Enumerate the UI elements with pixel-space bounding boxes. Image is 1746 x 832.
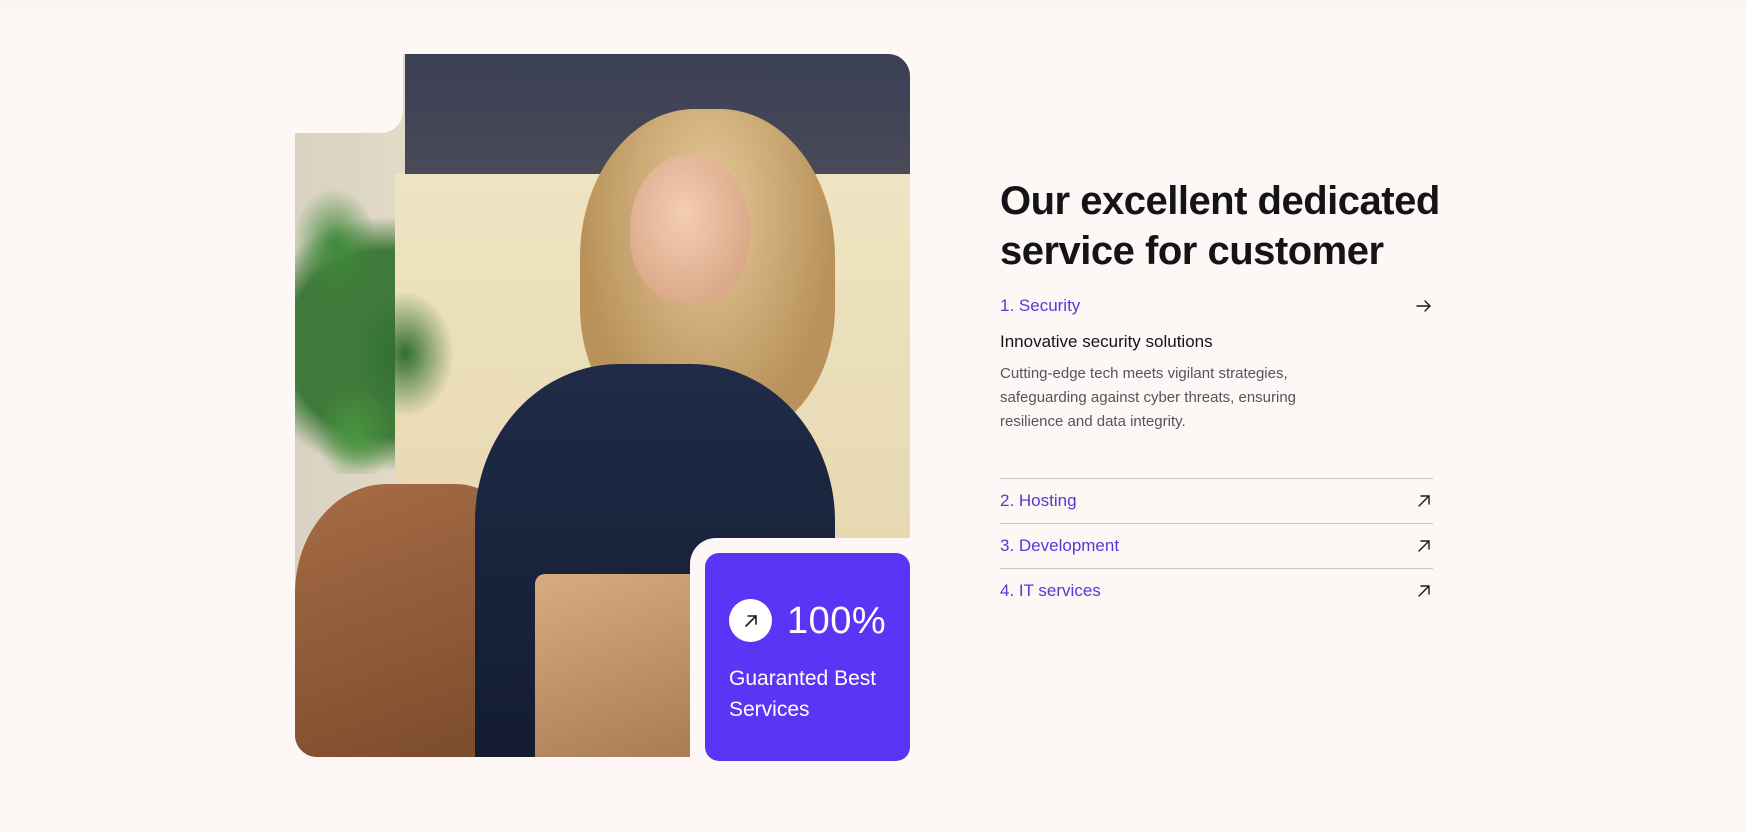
- accordion-subtitle: Innovative security solutions: [1000, 332, 1213, 351]
- divider: [1000, 568, 1433, 569]
- photo-notch-top-left: [295, 54, 403, 133]
- accordion-item-hosting: 2. Hosting: [1000, 489, 1433, 513]
- arrow-up-right-icon: [1418, 585, 1430, 597]
- arrow-up-right-icon: [729, 599, 772, 642]
- arrow-up-right-icon: [1418, 495, 1430, 507]
- accordion-title: 1. Security: [1000, 296, 1081, 315]
- section-heading: Our excellent dedicated service for cust…: [1000, 179, 1440, 273]
- accordion-description: Cutting-edge tech meets vigilant strateg…: [1000, 365, 1297, 430]
- accordion-header-development[interactable]: 3. Development: [1000, 534, 1433, 558]
- accordion-title: 2. Hosting: [1000, 491, 1077, 510]
- accordion-item-it-services: 4. IT services: [1000, 579, 1433, 603]
- divider: [1000, 523, 1433, 524]
- arrow-up-right-icon: [1418, 540, 1430, 552]
- stat-value: 100%: [787, 600, 887, 642]
- divider: [1000, 478, 1433, 479]
- accordion-title: 4. IT services: [1000, 581, 1101, 600]
- photo-person-face: [630, 154, 750, 304]
- top-band: [0, 0, 1746, 30]
- accordion-header-security[interactable]: 1. Security: [1000, 294, 1433, 318]
- accordion-item-security: 1. Security Innovative security solution…: [1000, 294, 1433, 434]
- accordion-header-hosting[interactable]: 2. Hosting: [1000, 489, 1433, 513]
- photo-laptop: [535, 574, 715, 757]
- stat-label: Guaranted Best Services: [729, 667, 877, 721]
- accordion-item-development: 3. Development: [1000, 534, 1433, 558]
- photo-plant: [295, 144, 485, 474]
- accordion-header-it-services[interactable]: 4. IT services: [1000, 579, 1433, 603]
- accordion-title: 3. Development: [1000, 536, 1120, 555]
- arrow-right-icon: [1416, 300, 1431, 312]
- stat-card: 100% Guaranted Best Services: [705, 553, 910, 761]
